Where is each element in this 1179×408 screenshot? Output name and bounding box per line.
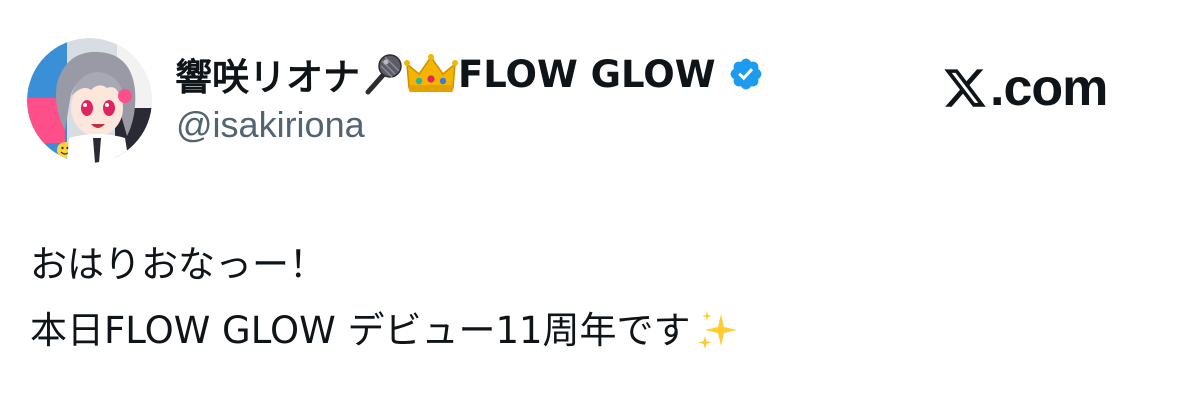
author-display-name-suffix: FLOW GLOW: [458, 52, 716, 96]
author-name-row[interactable]: 響咲リオナ FLOW GLOW: [175, 48, 764, 100]
author-display-name: 響咲リオナ: [175, 56, 360, 99]
tweet-line-2-wrap: 本日FLOW GLOW デビュー11周年です: [30, 298, 741, 364]
tweet-line-1: おはりおなっー！: [30, 243, 326, 286]
microphone-emoji-icon: [362, 52, 402, 96]
brand-domain-suffix: .com: [990, 59, 1108, 117]
brand-logo[interactable]: .com: [942, 59, 1108, 117]
sparkles-emoji-icon: [695, 308, 741, 354]
tweet-body: おはりおなっー！ 本日FLOW GLOW デビュー11周年です: [30, 232, 741, 364]
tweet-line-2: 本日FLOW GLOW デビュー11周年です: [30, 309, 691, 352]
author-handle[interactable]: @isakiriona: [176, 104, 365, 146]
x-logo-icon: [942, 65, 988, 111]
tweet-card: 響咲リオナ FLOW GLOW @isakiriona .com おはりおなっー…: [0, 0, 1179, 408]
crown-emoji-icon: [404, 52, 458, 96]
avatar-illustration: [27, 38, 152, 163]
verified-badge-icon: [728, 56, 764, 92]
avatar[interactable]: [27, 38, 152, 163]
